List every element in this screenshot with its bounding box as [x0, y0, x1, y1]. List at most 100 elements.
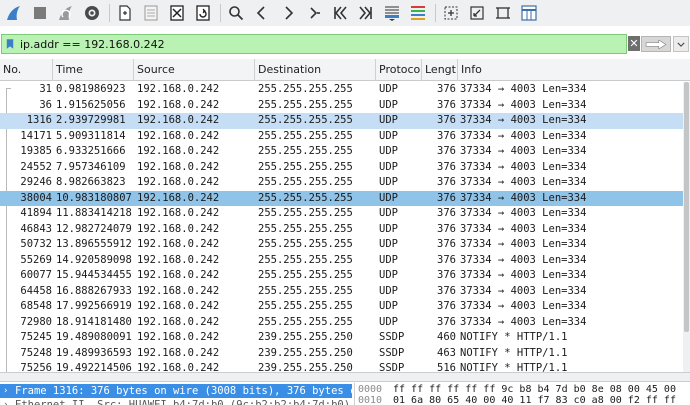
- table-row[interactable]: 72980 18.914181480 192.168.0.242 255.255.25…: [0, 315, 690, 331]
- packet-list[interactable]: No. Time Source Destination Protocol Len…: [0, 59, 690, 372]
- packet-info: 37334 → 4003 Len=334: [460, 284, 587, 297]
- restart-fin-icon[interactable]: [54, 2, 78, 24]
- packet-destination: 255.255.255.255: [258, 160, 353, 173]
- table-row[interactable]: 38004 10.983180807 192.168.0.242 255.255.25…: [0, 190, 690, 206]
- packet-destination: 255.255.255.255: [258, 300, 353, 312]
- packet-time: 1.915625056: [56, 98, 126, 111]
- table-row[interactable]: 41894 11.883414218 192.168.0.242 255.255.25…: [0, 206, 690, 222]
- packet-source: 192.168.0.242: [137, 129, 220, 142]
- packet-protocol: SSDP: [379, 362, 405, 372]
- display-filter-input[interactable]: ip.addr == 192.168.0.242: [1, 34, 627, 54]
- packet-destination: 255.255.255.255: [258, 176, 353, 188]
- packet-destination: 255.255.255.255: [258, 238, 353, 250]
- expand-arrow-icon[interactable]: ›: [3, 384, 13, 398]
- resize-columns-icon[interactable]: [517, 2, 541, 24]
- detail-tree-item[interactable]: › Ethernet II, Src: HUAWEI_b4:7d:b0 (9c:b…: [0, 398, 352, 405]
- table-row[interactable]: 75256 19.492214506 192.168.0.242 239.255.25…: [0, 361, 690, 372]
- filter-expression[interactable]: ip.addr == 192.168.0.242: [20, 38, 165, 51]
- packet-protocol: SSDP: [379, 346, 405, 359]
- table-row[interactable]: 36 1.915625056 192.168.0.242 255.255.255.25…: [0, 98, 690, 114]
- packet-number: 36: [39, 98, 52, 111]
- table-row[interactable]: 75245 19.489080091 192.168.0.242 239.255.25…: [0, 330, 690, 346]
- toolbar-separator: [109, 4, 110, 22]
- go-to-packet-icon[interactable]: [302, 2, 326, 24]
- packet-info: 37334 → 4003 Len=334: [460, 253, 587, 266]
- hex-dump-row[interactable]: 0010 01 6a 80 65 40 00 40 11 f7 83 c0 a8 …: [355, 395, 690, 405]
- table-row[interactable]: 75248 19.489936593 192.168.0.242 239.255.25…: [0, 346, 690, 362]
- go-forward-icon[interactable]: [276, 2, 300, 24]
- normal-size-icon[interactable]: [491, 2, 515, 24]
- table-row[interactable]: 1316 2.939729981 192.168.0.242 255.255.255.…: [0, 113, 690, 129]
- go-last-icon[interactable]: [354, 2, 378, 24]
- table-row[interactable]: 24552 7.957346109 192.168.0.242 255.255.255…: [0, 160, 690, 176]
- colorize-icon[interactable]: [406, 2, 430, 24]
- reload-icon[interactable]: [191, 2, 215, 24]
- column-header-source[interactable]: Source: [134, 59, 255, 81]
- table-row[interactable]: 60077 15.944534455 192.168.0.242 255.255.25…: [0, 268, 690, 284]
- packet-length: 376: [437, 222, 456, 235]
- packet-source: 192.168.0.242: [137, 362, 220, 372]
- packet-protocol: UDP: [379, 114, 398, 126]
- shark-fin-start-icon[interactable]: [2, 2, 26, 24]
- packet-length: 376: [437, 160, 456, 173]
- go-back-icon[interactable]: [250, 2, 274, 24]
- clear-filter-icon[interactable]: ✕: [628, 36, 640, 51]
- packet-number: 75256: [20, 362, 52, 372]
- table-row[interactable]: 46843 12.982724079 192.168.0.242 255.255.25…: [0, 222, 690, 238]
- stop-square-icon[interactable]: [28, 2, 52, 24]
- packet-source: 192.168.0.242: [137, 114, 220, 126]
- packet-source: 192.168.0.242: [137, 315, 220, 328]
- go-first-icon[interactable]: [328, 2, 352, 24]
- packet-list-scrollbar[interactable]: [683, 82, 690, 372]
- column-header-destination[interactable]: Destination: [255, 59, 376, 81]
- table-row[interactable]: 19385 6.933251666 192.168.0.242 255.255.255…: [0, 144, 690, 160]
- table-row[interactable]: 55269 14.920589098 192.168.0.242 255.255.25…: [0, 253, 690, 269]
- scrollbar-thumb[interactable]: [684, 82, 689, 332]
- column-header-length[interactable]: Length: [422, 59, 458, 81]
- column-header-no[interactable]: No.: [0, 59, 53, 81]
- table-row[interactable]: 14171 5.909311814 192.168.0.242 255.255.255…: [0, 129, 690, 145]
- expand-arrow-icon[interactable]: ›: [3, 398, 13, 405]
- column-header-info[interactable]: Info: [458, 59, 690, 81]
- packet-length: 376: [437, 145, 456, 157]
- table-row[interactable]: 64458 16.888267933 192.168.0.242 255.255.25…: [0, 284, 690, 300]
- column-header-time[interactable]: Time: [53, 59, 134, 81]
- table-row[interactable]: 31 0.981986923 192.168.0.242 255.255.255.25…: [0, 82, 690, 98]
- packet-time: 7.957346109: [56, 160, 126, 173]
- detail-tree-item[interactable]: › Frame 1316: 376 bytes on wire (3008 bit…: [0, 384, 352, 398]
- table-row[interactable]: 50732 13.896555912 192.168.0.242 255.255.25…: [0, 237, 690, 253]
- packet-time: 12.982724079: [56, 222, 132, 235]
- packet-length: 376: [437, 207, 456, 219]
- packet-info: 37334 → 4003 Len=334: [460, 269, 587, 281]
- packet-number: 41894: [20, 207, 52, 219]
- packet-length: 376: [437, 253, 456, 266]
- packet-length: 376: [437, 238, 456, 250]
- packet-protocol: UDP: [379, 222, 398, 235]
- options-gear-icon[interactable]: [80, 2, 104, 24]
- packet-info: 37334 → 4003 Len=334: [460, 191, 587, 204]
- zoom-in-icon[interactable]: [439, 2, 463, 24]
- apply-filter-button[interactable]: [641, 36, 671, 52]
- packet-info: 37334 → 4003 Len=334: [460, 83, 587, 95]
- close-file-icon[interactable]: [165, 2, 189, 24]
- filter-history-dropdown[interactable]: [673, 36, 689, 52]
- toolbar-separator: [435, 4, 436, 22]
- pane-splitter[interactable]: [0, 372, 690, 382]
- search-icon[interactable]: [224, 2, 248, 24]
- packet-protocol: UDP: [379, 98, 398, 111]
- packet-source: 192.168.0.242: [137, 269, 220, 281]
- packet-length: 460: [437, 331, 456, 343]
- packet-info: 37334 → 4003 Len=334: [460, 145, 587, 157]
- autoscroll-icon[interactable]: [380, 2, 404, 24]
- table-row[interactable]: 68548 17.992566919 192.168.0.242 255.255.25…: [0, 299, 690, 315]
- packet-info: 37334 → 4003 Len=334: [460, 129, 587, 142]
- packet-source: 192.168.0.242: [137, 176, 220, 188]
- packet-time: 11.883414218: [56, 207, 132, 219]
- column-header-protocol[interactable]: Protocol: [376, 59, 422, 81]
- save-file-icon[interactable]: [139, 2, 163, 24]
- open-file-icon[interactable]: [113, 2, 137, 24]
- table-row[interactable]: 29246 8.982663823 192.168.0.242 255.255.255…: [0, 175, 690, 191]
- packet-time: 6.933251666: [56, 145, 126, 157]
- zoom-out-icon[interactable]: [465, 2, 489, 24]
- bookmark-icon[interactable]: [4, 35, 16, 53]
